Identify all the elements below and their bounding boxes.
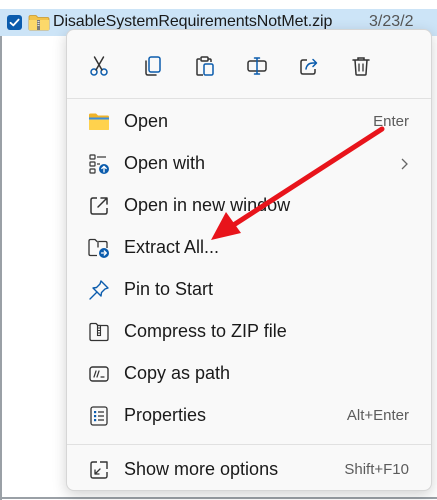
menu-item-label: Properties	[124, 405, 207, 425]
menu-item-show-more-options[interactable]: Show more options Shift+F10	[67, 449, 431, 491]
menu-item-label: Open with	[124, 153, 206, 173]
menu-item-label: Open in new window	[124, 195, 291, 215]
file-checkbox[interactable]	[7, 15, 22, 30]
menu-item-pin-to-start[interactable]: Pin to Start	[67, 269, 431, 311]
copy-icon	[145, 56, 161, 76]
share-button[interactable]	[291, 48, 327, 84]
menu-item-shortcut: Shift+F10	[344, 461, 409, 478]
open-new-window-icon	[87, 194, 111, 218]
menu-item-label: Extract All...	[124, 237, 220, 257]
menu-item-label: Pin to Start	[124, 279, 214, 299]
toolbar-separator	[67, 98, 431, 99]
context-menu: Open Enter Open with Open in new window …	[66, 29, 432, 491]
menu-item-open[interactable]: Open Enter	[67, 101, 431, 143]
menu-item-extract-all[interactable]: Extract All...	[67, 227, 431, 269]
share-icon	[300, 58, 318, 75]
cut-button[interactable]	[81, 48, 117, 84]
paste-icon	[196, 56, 214, 76]
menu-item-label: Compress to ZIP file	[124, 321, 287, 341]
menu-item-copy-as-path[interactable]: Copy as path	[67, 353, 431, 395]
menu-item-open-new-window[interactable]: Open in new window	[67, 185, 431, 227]
chevron-right-icon	[399, 157, 409, 176]
explorer-bottom-border	[0, 497, 437, 499]
copy-button[interactable]	[135, 48, 171, 84]
copy-path-icon	[87, 362, 111, 386]
paste-button[interactable]	[187, 48, 223, 84]
menu-item-label: Show more options	[124, 459, 279, 479]
checkmark-icon	[9, 18, 20, 27]
menu-item-shortcut: Alt+Enter	[346, 407, 409, 424]
menu-item-properties[interactable]: Properties Alt+Enter	[67, 395, 431, 437]
rename-button[interactable]	[239, 48, 275, 84]
pin-icon	[87, 278, 111, 302]
menu-item-compress-zip[interactable]: Compress to ZIP file	[67, 311, 431, 353]
explorer-left-border	[0, 36, 2, 500]
zip-folder-icon	[28, 14, 50, 36]
context-menu-toolbar	[67, 30, 431, 98]
delete-icon	[352, 57, 370, 76]
menu-item-open-with[interactable]: Open with	[67, 143, 431, 185]
zip-icon	[87, 320, 111, 344]
extract-icon	[87, 236, 111, 260]
menu-item-shortcut: Enter	[373, 113, 409, 130]
rename-icon	[247, 57, 267, 75]
menu-item-label: Copy as path	[124, 363, 231, 383]
delete-button[interactable]	[343, 48, 379, 84]
menu-separator	[67, 444, 431, 445]
properties-icon	[87, 404, 111, 428]
open-with-icon	[87, 152, 111, 176]
show-more-options-icon	[87, 458, 111, 482]
menu-item-label: Open	[124, 111, 169, 131]
folder-icon	[87, 110, 111, 134]
cut-icon	[90, 56, 108, 76]
